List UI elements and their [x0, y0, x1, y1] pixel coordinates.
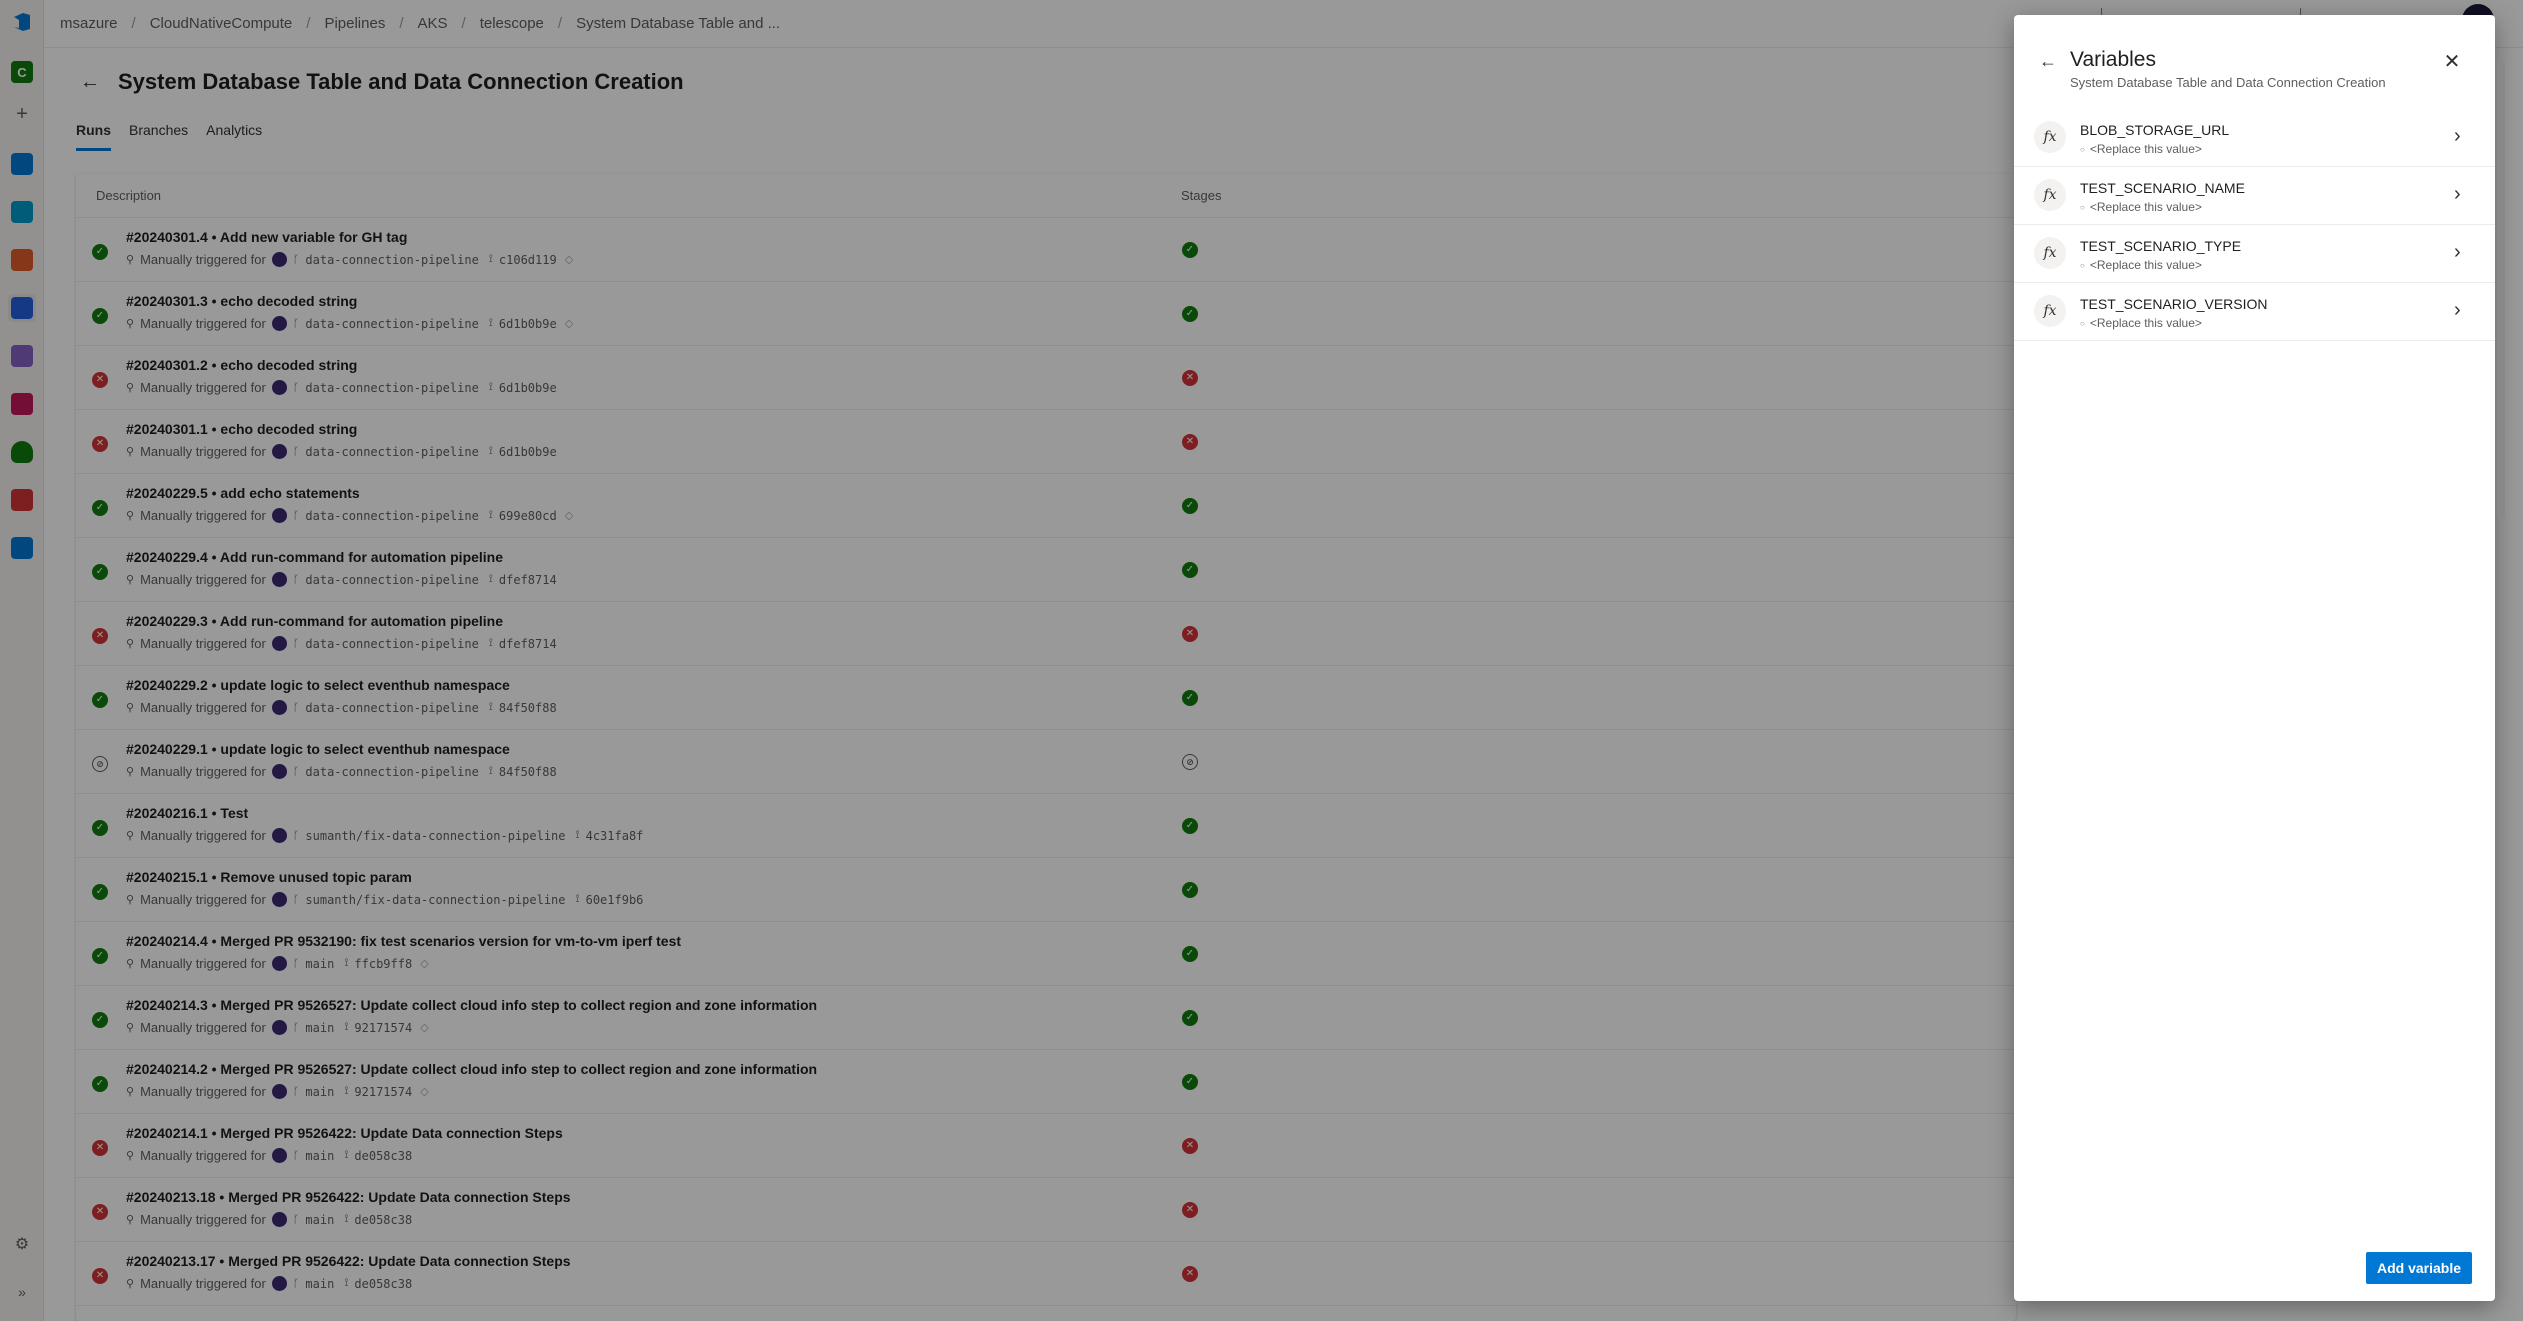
- add-variable-button[interactable]: Add variable: [2366, 1252, 2472, 1284]
- variable-row[interactable]: fx BLOB_STORAGE_URL ○ <Replace this value> ›: [2014, 109, 2495, 167]
- variable-value: ○ <Replace this value>: [2080, 142, 2202, 156]
- variable-name: TEST_SCENARIO_VERSION: [2080, 296, 2268, 312]
- chevron-right-icon: ›: [2454, 241, 2461, 263]
- variable-value-text: <Replace this value>: [2089, 258, 2202, 272]
- variable-row[interactable]: fx TEST_SCENARIO_NAME ○ <Replace this value…: [2014, 167, 2495, 225]
- variables-panel: ← Variables System Database Table and Da…: [2014, 15, 2495, 1301]
- variable-row[interactable]: fx TEST_SCENARIO_TYPE ○ <Replace this value…: [2014, 225, 2495, 283]
- variable-value-text: <Replace this value>: [2089, 316, 2202, 330]
- variable-name: TEST_SCENARIO_TYPE: [2080, 238, 2242, 254]
- circle-icon: ○: [2080, 260, 2085, 270]
- variable-value: ○ <Replace this value>: [2080, 316, 2202, 330]
- close-icon[interactable]: ✕: [2440, 49, 2464, 73]
- function-fx-icon: fx: [2034, 121, 2066, 153]
- circle-icon: ○: [2080, 202, 2085, 212]
- variable-name: TEST_SCENARIO_NAME: [2080, 180, 2245, 196]
- function-fx-icon: fx: [2034, 237, 2066, 269]
- variable-value: ○ <Replace this value>: [2080, 258, 2202, 272]
- variable-value-text: <Replace this value>: [2089, 200, 2202, 214]
- variable-name: BLOB_STORAGE_URL: [2080, 122, 2230, 138]
- chevron-right-icon: ›: [2454, 125, 2461, 147]
- page-scrollbar[interactable]: [2497, 60, 2505, 520]
- chevron-right-icon: ›: [2454, 183, 2461, 205]
- function-fx-icon: fx: [2034, 295, 2066, 327]
- variables-list: fx BLOB_STORAGE_URL ○ <Replace this value> ›…: [2014, 109, 2495, 341]
- circle-icon: ○: [2080, 318, 2085, 328]
- panel-title: Variables: [2070, 48, 2156, 71]
- variable-value-text: <Replace this value>: [2089, 142, 2202, 156]
- circle-icon: ○: [2080, 144, 2085, 154]
- function-fx-icon: fx: [2034, 179, 2066, 211]
- variable-row[interactable]: fx TEST_SCENARIO_VERSION ○ <Replace this va…: [2014, 283, 2495, 341]
- panel-subtitle: System Database Table and Data Connectio…: [2070, 75, 2386, 90]
- panel-back-arrow-icon[interactable]: ←: [2036, 49, 2060, 73]
- variable-value: ○ <Replace this value>: [2080, 200, 2202, 214]
- chevron-right-icon: ›: [2454, 299, 2461, 321]
